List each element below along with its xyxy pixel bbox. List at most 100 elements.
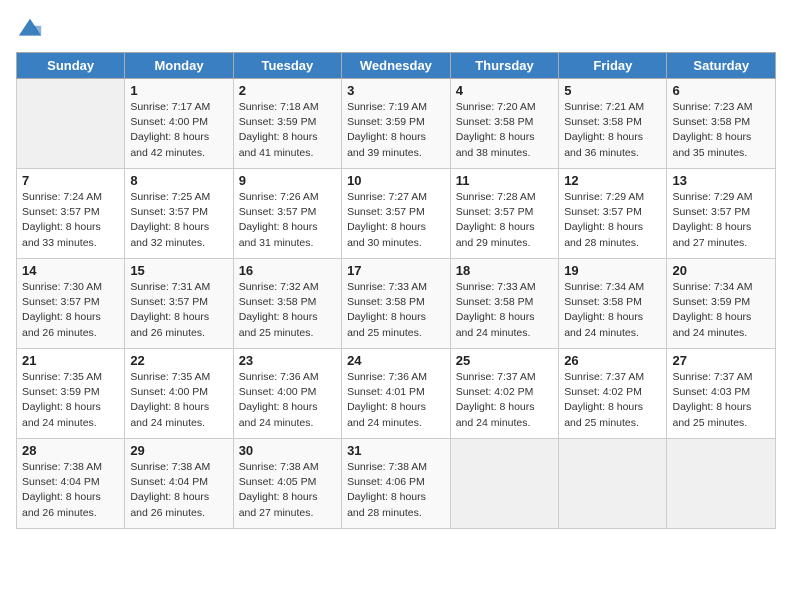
day-info: Sunrise: 7:33 AM Sunset: 3:58 PM Dayligh… <box>456 280 553 341</box>
calendar-week-row: 14 Sunrise: 7:30 AM Sunset: 3:57 PM Dayli… <box>17 259 776 349</box>
day-info: Sunrise: 7:29 AM Sunset: 3:57 PM Dayligh… <box>672 190 770 251</box>
day-info: Sunrise: 7:24 AM Sunset: 3:57 PM Dayligh… <box>22 190 119 251</box>
day-number: 11 <box>456 173 553 188</box>
day-info: Sunrise: 7:37 AM Sunset: 4:02 PM Dayligh… <box>456 370 553 431</box>
day-info: Sunrise: 7:30 AM Sunset: 3:57 PM Dayligh… <box>22 280 119 341</box>
day-number: 29 <box>130 443 227 458</box>
day-number: 16 <box>239 263 336 278</box>
calendar-cell: 15 Sunrise: 7:31 AM Sunset: 3:57 PM Dayli… <box>125 259 233 349</box>
calendar-cell: 12 Sunrise: 7:29 AM Sunset: 3:57 PM Dayli… <box>559 169 667 259</box>
day-info: Sunrise: 7:23 AM Sunset: 3:58 PM Dayligh… <box>672 100 770 161</box>
day-number: 24 <box>347 353 445 368</box>
calendar-cell: 21 Sunrise: 7:35 AM Sunset: 3:59 PM Dayli… <box>17 349 125 439</box>
calendar-cell: 11 Sunrise: 7:28 AM Sunset: 3:57 PM Dayli… <box>450 169 558 259</box>
calendar-cell: 10 Sunrise: 7:27 AM Sunset: 3:57 PM Dayli… <box>342 169 451 259</box>
day-info: Sunrise: 7:31 AM Sunset: 3:57 PM Dayligh… <box>130 280 227 341</box>
page-header <box>16 16 776 44</box>
calendar-cell: 20Sunrise: 7:34 AM Sunset: 3:59 PM Dayli… <box>667 259 776 349</box>
day-number: 20 <box>672 263 770 278</box>
calendar-cell: 29 Sunrise: 7:38 AM Sunset: 4:04 PM Dayli… <box>125 439 233 529</box>
calendar-cell: 31 Sunrise: 7:38 AM Sunset: 4:06 PM Dayli… <box>342 439 451 529</box>
calendar-cell: 6 Sunrise: 7:23 AM Sunset: 3:58 PM Daylig… <box>667 79 776 169</box>
day-info: Sunrise: 7:36 AM Sunset: 4:00 PM Dayligh… <box>239 370 336 431</box>
day-info: Sunrise: 7:34 AM Sunset: 3:58 PM Dayligh… <box>564 280 661 341</box>
day-info: Sunrise: 7:36 AM Sunset: 4:01 PM Dayligh… <box>347 370 445 431</box>
weekday-header: Tuesday <box>233 53 341 79</box>
calendar-cell: 5Sunrise: 7:21 AM Sunset: 3:58 PM Daylig… <box>559 79 667 169</box>
day-number: 1 <box>130 83 227 98</box>
day-info: Sunrise: 7:35 AM Sunset: 4:00 PM Dayligh… <box>130 370 227 431</box>
day-number: 22 <box>130 353 227 368</box>
weekday-header: Saturday <box>667 53 776 79</box>
calendar-header: SundayMondayTuesdayWednesdayThursdayFrid… <box>17 53 776 79</box>
day-number: 10 <box>347 173 445 188</box>
calendar-cell: 22 Sunrise: 7:35 AM Sunset: 4:00 PM Dayli… <box>125 349 233 439</box>
day-info: Sunrise: 7:18 AM Sunset: 3:59 PM Dayligh… <box>239 100 336 161</box>
day-number: 14 <box>22 263 119 278</box>
calendar-cell <box>559 439 667 529</box>
day-info: Sunrise: 7:37 AM Sunset: 4:03 PM Dayligh… <box>672 370 770 431</box>
calendar-cell: 24 Sunrise: 7:36 AM Sunset: 4:01 PM Dayli… <box>342 349 451 439</box>
day-info: Sunrise: 7:32 AM Sunset: 3:58 PM Dayligh… <box>239 280 336 341</box>
day-number: 19 <box>564 263 661 278</box>
calendar-cell: 23 Sunrise: 7:36 AM Sunset: 4:00 PM Dayli… <box>233 349 341 439</box>
day-info: Sunrise: 7:27 AM Sunset: 3:57 PM Dayligh… <box>347 190 445 251</box>
day-number: 30 <box>239 443 336 458</box>
day-number: 15 <box>130 263 227 278</box>
day-number: 23 <box>239 353 336 368</box>
calendar-cell: 14 Sunrise: 7:30 AM Sunset: 3:57 PM Dayli… <box>17 259 125 349</box>
day-number: 6 <box>672 83 770 98</box>
day-info: Sunrise: 7:38 AM Sunset: 4:06 PM Dayligh… <box>347 460 445 521</box>
calendar-cell: 4Sunrise: 7:20 AM Sunset: 3:58 PM Daylig… <box>450 79 558 169</box>
calendar-cell: 16 Sunrise: 7:32 AM Sunset: 3:58 PM Dayli… <box>233 259 341 349</box>
day-number: 25 <box>456 353 553 368</box>
day-number: 2 <box>239 83 336 98</box>
calendar-cell: 8Sunrise: 7:25 AM Sunset: 3:57 PM Daylig… <box>125 169 233 259</box>
day-number: 9 <box>239 173 336 188</box>
calendar-cell: 3 Sunrise: 7:19 AM Sunset: 3:59 PM Daylig… <box>342 79 451 169</box>
day-number: 12 <box>564 173 661 188</box>
calendar-cell: 28 Sunrise: 7:38 AM Sunset: 4:04 PM Dayli… <box>17 439 125 529</box>
day-number: 17 <box>347 263 445 278</box>
day-number: 27 <box>672 353 770 368</box>
calendar-cell: 27 Sunrise: 7:37 AM Sunset: 4:03 PM Dayli… <box>667 349 776 439</box>
calendar-cell: 1 Sunrise: 7:17 AM Sunset: 4:00 PM Daylig… <box>125 79 233 169</box>
weekday-header: Friday <box>559 53 667 79</box>
calendar-cell: 9 Sunrise: 7:26 AM Sunset: 3:57 PM Daylig… <box>233 169 341 259</box>
day-info: Sunrise: 7:17 AM Sunset: 4:00 PM Dayligh… <box>130 100 227 161</box>
calendar-week-row: 28 Sunrise: 7:38 AM Sunset: 4:04 PM Dayli… <box>17 439 776 529</box>
day-info: Sunrise: 7:38 AM Sunset: 4:04 PM Dayligh… <box>130 460 227 521</box>
calendar-cell: 2 Sunrise: 7:18 AM Sunset: 3:59 PM Daylig… <box>233 79 341 169</box>
day-number: 28 <box>22 443 119 458</box>
day-number: 4 <box>456 83 553 98</box>
logo <box>16 16 46 44</box>
day-info: Sunrise: 7:29 AM Sunset: 3:57 PM Dayligh… <box>564 190 661 251</box>
calendar-cell: 18 Sunrise: 7:33 AM Sunset: 3:58 PM Dayli… <box>450 259 558 349</box>
day-info: Sunrise: 7:38 AM Sunset: 4:04 PM Dayligh… <box>22 460 119 521</box>
weekday-header: Monday <box>125 53 233 79</box>
calendar-cell <box>450 439 558 529</box>
calendar-week-row: 21 Sunrise: 7:35 AM Sunset: 3:59 PM Dayli… <box>17 349 776 439</box>
day-info: Sunrise: 7:37 AM Sunset: 4:02 PM Dayligh… <box>564 370 661 431</box>
day-info: Sunrise: 7:35 AM Sunset: 3:59 PM Dayligh… <box>22 370 119 431</box>
day-number: 31 <box>347 443 445 458</box>
weekday-header: Sunday <box>17 53 125 79</box>
calendar-cell: 13Sunrise: 7:29 AM Sunset: 3:57 PM Dayli… <box>667 169 776 259</box>
day-info: Sunrise: 7:33 AM Sunset: 3:58 PM Dayligh… <box>347 280 445 341</box>
calendar-cell: 19 Sunrise: 7:34 AM Sunset: 3:58 PM Dayli… <box>559 259 667 349</box>
calendar-cell: 7Sunrise: 7:24 AM Sunset: 3:57 PM Daylig… <box>17 169 125 259</box>
day-number: 21 <box>22 353 119 368</box>
day-info: Sunrise: 7:19 AM Sunset: 3:59 PM Dayligh… <box>347 100 445 161</box>
day-info: Sunrise: 7:28 AM Sunset: 3:57 PM Dayligh… <box>456 190 553 251</box>
calendar-week-row: 7Sunrise: 7:24 AM Sunset: 3:57 PM Daylig… <box>17 169 776 259</box>
calendar-week-row: 1 Sunrise: 7:17 AM Sunset: 4:00 PM Daylig… <box>17 79 776 169</box>
day-number: 18 <box>456 263 553 278</box>
day-number: 8 <box>130 173 227 188</box>
logo-icon <box>16 16 44 44</box>
calendar-cell: 17 Sunrise: 7:33 AM Sunset: 3:58 PM Dayli… <box>342 259 451 349</box>
day-info: Sunrise: 7:26 AM Sunset: 3:57 PM Dayligh… <box>239 190 336 251</box>
day-number: 3 <box>347 83 445 98</box>
calendar-cell <box>667 439 776 529</box>
calendar-cell: 26Sunrise: 7:37 AM Sunset: 4:02 PM Dayli… <box>559 349 667 439</box>
day-info: Sunrise: 7:38 AM Sunset: 4:05 PM Dayligh… <box>239 460 336 521</box>
